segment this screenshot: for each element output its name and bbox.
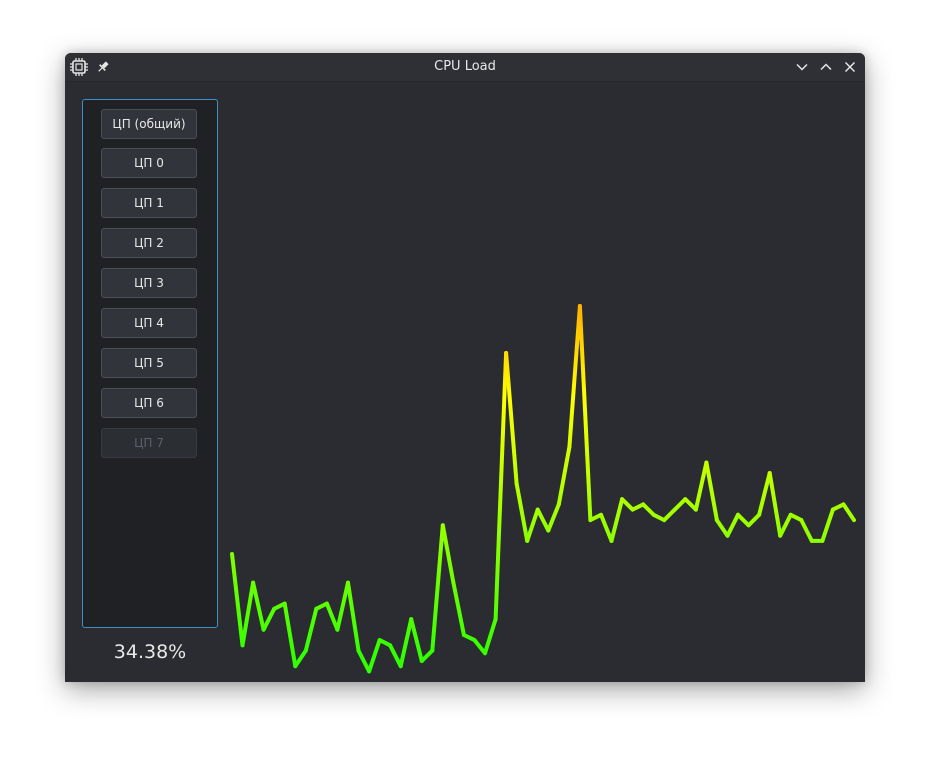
cpu-load-chart <box>230 304 856 674</box>
load-line-segment <box>230 552 245 648</box>
load-line-segment <box>451 580 466 637</box>
load-line-segment <box>599 512 614 543</box>
load-line-segment <box>293 648 308 669</box>
load-line-segment <box>767 471 783 538</box>
load-series <box>230 304 856 674</box>
load-line-segment <box>725 512 740 538</box>
load-line-segment <box>778 512 793 538</box>
load-line-segment <box>388 643 403 669</box>
load-line-segment <box>535 507 551 533</box>
load-line-segment <box>672 497 688 512</box>
load-line-segment <box>440 523 456 585</box>
load-line-segment <box>641 502 656 517</box>
load-line-segment <box>736 512 751 528</box>
load-line-segment <box>335 580 350 632</box>
load-line-segment <box>483 617 498 656</box>
load-line-segment <box>820 507 835 543</box>
load-line-segment <box>546 502 561 533</box>
load-line-segment <box>419 648 435 663</box>
load-line-segment <box>577 304 593 523</box>
load-line-segment <box>504 351 519 486</box>
load-line-segment <box>409 617 424 663</box>
load-line-segment <box>303 606 319 653</box>
load-line-segment <box>799 518 814 543</box>
load-line-segment <box>251 580 266 632</box>
load-line-segment <box>346 580 361 653</box>
load-line-segment <box>261 606 277 632</box>
load-line-segment <box>472 638 487 656</box>
load-line-segment <box>841 502 856 523</box>
load-line-segment <box>324 601 340 632</box>
load-line-segment <box>693 460 709 512</box>
load-line-segment <box>757 471 772 517</box>
load-line-segment <box>704 460 719 523</box>
load-line-segment <box>609 497 625 543</box>
load-line-segment <box>662 507 677 523</box>
load-line-segment <box>714 518 730 538</box>
load-line-segment <box>356 648 372 674</box>
load-line-segment <box>567 304 582 449</box>
load-line-segment <box>398 617 414 669</box>
cpu-load-window: CPU Load ЦП (общий) ЦП 0 ЦП 1 ЦП 2 ЦП 3 … <box>65 53 865 682</box>
load-line-segment <box>493 351 509 622</box>
load-line-segment <box>240 580 256 648</box>
load-line-segment <box>746 512 762 528</box>
load-line-segment <box>620 497 635 512</box>
load-line-segment <box>367 638 382 674</box>
load-line-segment <box>430 523 445 653</box>
load-line-segment <box>514 481 530 543</box>
load-line-segment <box>282 601 298 669</box>
load-line-segment <box>556 445 572 507</box>
load-line-segment <box>525 507 540 543</box>
